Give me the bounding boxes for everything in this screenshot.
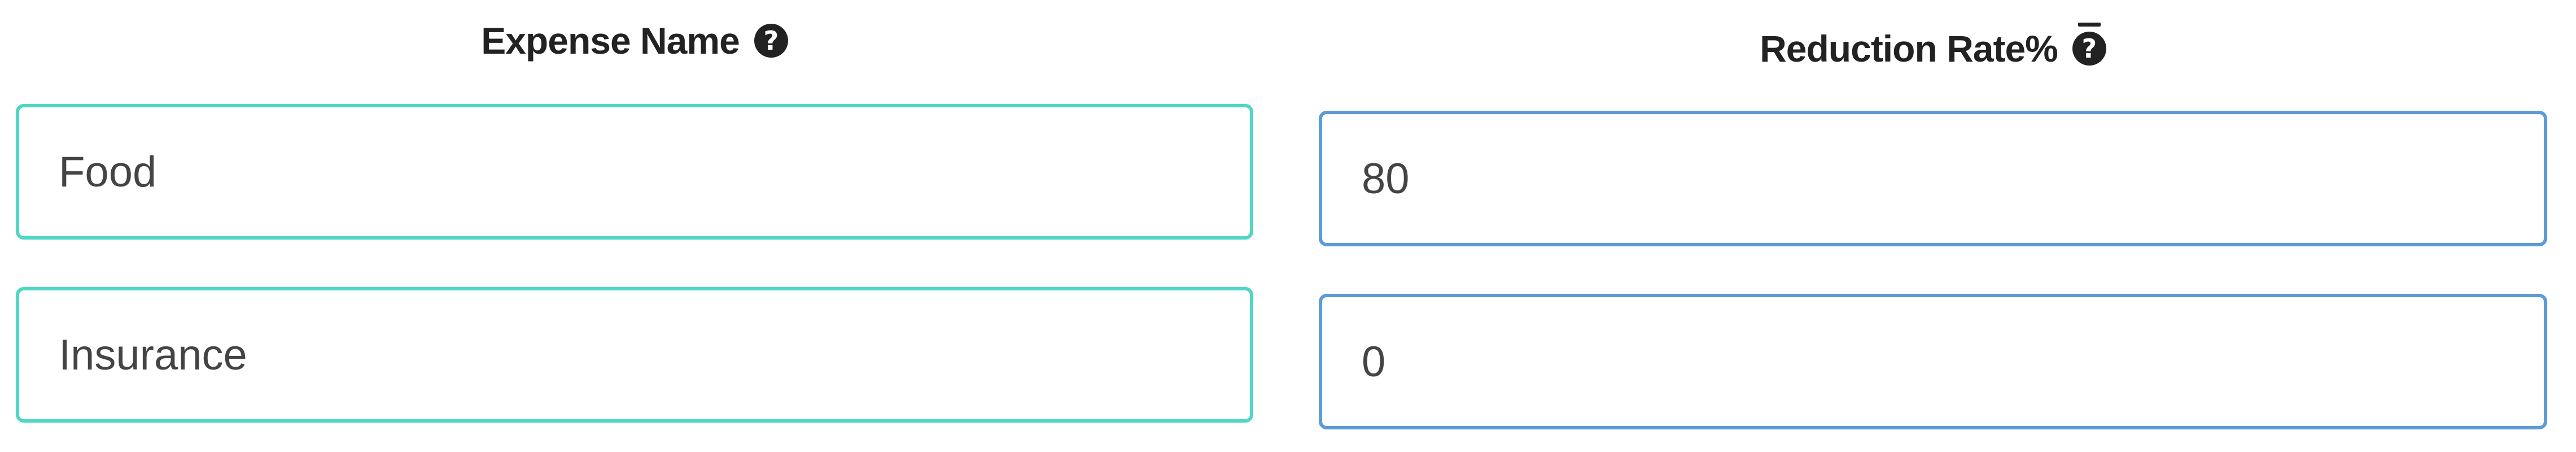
expense-name-header: Expense Name ? (16, 12, 1253, 69)
reduction-rate-field-insurance[interactable]: 0 (1319, 294, 2547, 429)
reduction-rate-header: Reduction Rate% ? (1319, 20, 2547, 77)
expense-name-field-insurance[interactable]: Insurance (16, 287, 1253, 423)
expense-name-field-food[interactable]: Food (16, 104, 1253, 240)
reduction-rate-field-food[interactable]: 80 (1319, 111, 2547, 246)
expense-name-header-label: Expense Name (481, 20, 740, 62)
reduction-rate-header-label: Reduction Rate% (1760, 28, 2058, 69)
expense-name-value: Food (59, 147, 157, 196)
reduction-rate-value: 0 (1362, 337, 1386, 386)
question-circle-icon[interactable]: ? (754, 24, 788, 58)
question-circle-icon[interactable]: ? (2072, 23, 2106, 66)
expense-name-value: Insurance (59, 331, 247, 379)
reduction-rate-value: 80 (1362, 154, 1410, 203)
